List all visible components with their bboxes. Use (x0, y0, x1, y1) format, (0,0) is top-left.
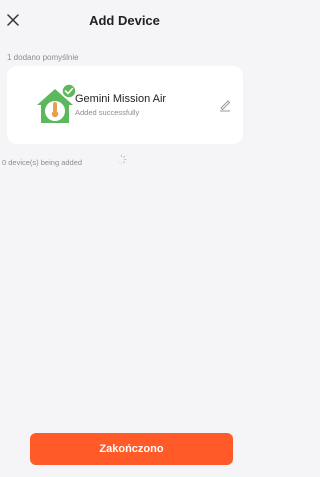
device-name: Gemini Mission Air (75, 93, 167, 105)
added-count-label: 1 dodano pomyślnie (7, 53, 79, 62)
device-status: Added successfully (75, 108, 140, 117)
add-device-screen: Add Device 1 dodano pomyślnie Gemini Mis… (0, 0, 249, 477)
thermometer-house-icon (37, 83, 77, 123)
pending-devices-label: 0 device(s) being added (2, 158, 83, 167)
device-card[interactable]: Gemini Mission Air Added successfully (7, 66, 243, 144)
header: Add Device (0, 0, 249, 44)
check-badge-icon (61, 83, 77, 99)
finish-button[interactable]: Zakończono (30, 433, 233, 465)
pencil-icon[interactable] (218, 98, 232, 112)
page-title: Add Device (89, 13, 160, 28)
loading-spinner-icon (117, 154, 127, 165)
